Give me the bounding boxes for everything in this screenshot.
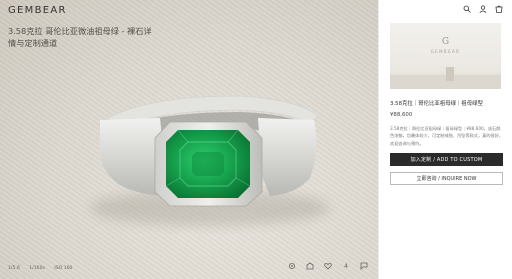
search-icon[interactable]: [463, 5, 471, 13]
product-panel: G GEMBEAR 3.58克拉｜哥伦比亚祖母绿｜祖母绿型 ¥88,600 3.…: [378, 0, 512, 279]
user-icon[interactable]: [479, 5, 487, 13]
count-label: 4: [344, 262, 348, 270]
settings-icon[interactable]: [288, 262, 296, 270]
inquire-now-button[interactable]: 立即咨询 / INQUIRE NOW: [390, 172, 503, 185]
product-title: 3.58克拉｜哥伦比亚祖母绿｜祖母绿型: [390, 101, 483, 107]
thumb-logo-letter: G: [441, 37, 450, 47]
shutter-value: 1/160s: [29, 266, 45, 271]
cart-icon[interactable]: [495, 5, 503, 13]
top-toolbar: [463, 5, 503, 13]
add-to-custom-button[interactable]: 加入定制 / ADD TO CUSTOM: [390, 153, 503, 166]
chat-icon[interactable]: [360, 262, 368, 270]
hero-image: GEMBEAR 3.58克拉 哥伦比亚微油祖母绿 - 裸石详情与定制通道 1/5…: [0, 0, 378, 279]
product-price: ¥88,600: [390, 112, 413, 118]
share-icon[interactable]: [306, 262, 314, 270]
hero-actions: 4: [288, 262, 368, 270]
gem-table: [192, 152, 224, 176]
aperture-value: 1/5.6: [8, 266, 20, 271]
like-icon[interactable]: [324, 262, 332, 270]
thumb-display-stand: [446, 67, 454, 81]
product-thumbnail[interactable]: G GEMBEAR: [390, 23, 501, 89]
thumb-logo-word: GEMBEAR: [430, 49, 461, 54]
product-description: 3.58克拉｜哥伦比亚祖母绿｜祖母绿型｜¥88,600。该石颜色浓郁，包裹体较少…: [390, 126, 504, 146]
iso-value: ISO 160: [54, 266, 73, 271]
brand-logo[interactable]: GEMBEAR: [8, 5, 67, 16]
page: GEMBEAR 3.58克拉 哥伦比亚微油祖母绿 - 裸石详情与定制通道 1/5…: [0, 0, 512, 279]
ring-shank-right: [258, 118, 317, 196]
photo-meta: 1/5.6 1/160s ISO 160: [8, 266, 80, 271]
hero-title: 3.58克拉 哥伦比亚微油祖母绿 - 裸石详情与定制通道: [8, 26, 152, 48]
